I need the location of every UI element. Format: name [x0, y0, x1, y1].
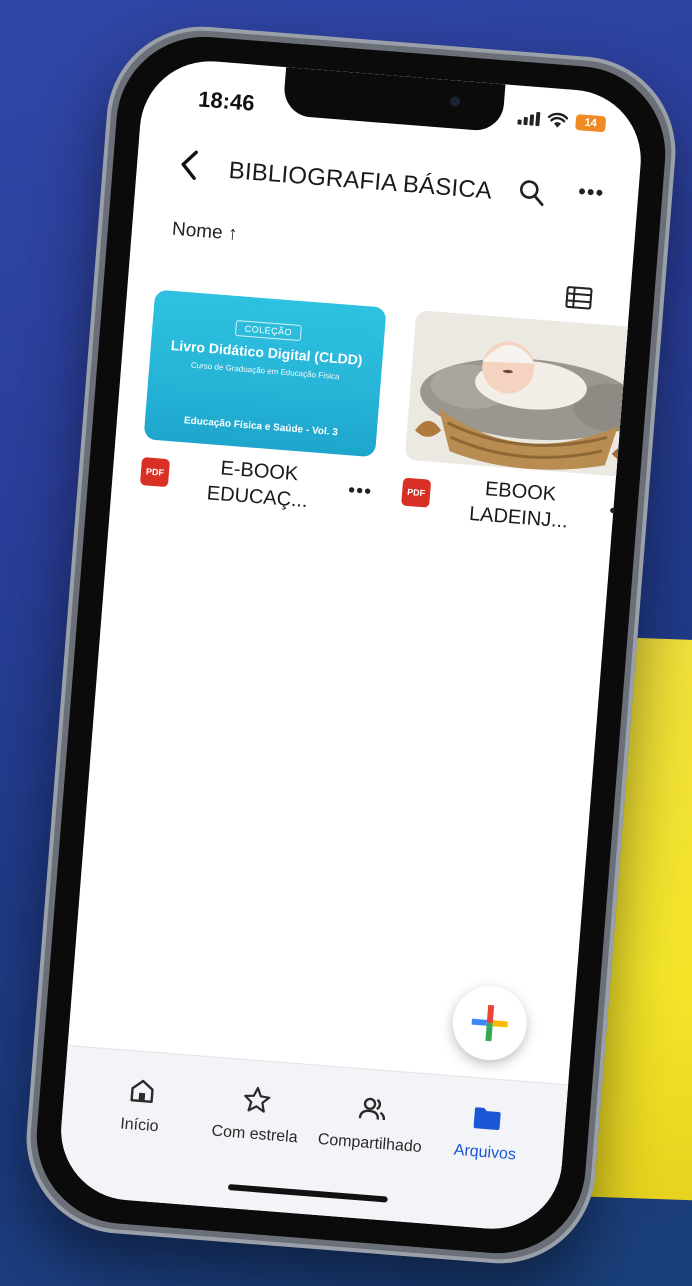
nav-label: Início — [119, 1115, 160, 1136]
file-thumbnail[interactable]: COLEÇÃO Livro Didático Digital (CLDD) Cu… — [143, 289, 387, 458]
shared-users-icon — [358, 1097, 385, 1121]
plus-icon — [471, 1004, 508, 1042]
phone-mockup: 18:46 14 BIBLIOGRAFIA BÁSICA ••• Nome ↑ … — [0, 0, 692, 1286]
file-thumbnail[interactable] — [404, 310, 647, 478]
file-more-button[interactable]: ••• — [608, 500, 634, 525]
file-name[interactable]: EBOOK LADEINJ... — [428, 472, 612, 538]
pdf-icon: PDF — [401, 477, 432, 508]
search-button[interactable] — [517, 178, 547, 208]
nav-label: Arquivos — [453, 1141, 517, 1164]
search-icon — [519, 180, 544, 207]
background-scene: 18:46 14 BIBLIOGRAFIA BÁSICA ••• Nome ↑ … — [0, 0, 692, 1286]
file-grid: COLEÇÃO Livro Didático Digital (CLDD) Cu… — [139, 289, 647, 536]
nav-item-arquivos[interactable]: Arquivos — [424, 1099, 543, 1232]
camera-dot — [449, 96, 461, 107]
sort-label: Nome — [171, 218, 224, 244]
baby-photo-image — [404, 310, 647, 478]
thumb-volume: Educação Física e Saúde - Vol. 3 — [183, 415, 339, 439]
phone-frame: 18:46 14 BIBLIOGRAFIA BÁSICA ••• Nome ↑ … — [19, 19, 683, 1271]
file-card[interactable]: COLEÇÃO Livro Didático Digital (CLDD) Cu… — [139, 289, 387, 520]
nav-label: Compartilhado — [317, 1130, 423, 1157]
file-card[interactable]: PDF EBOOK LADEINJ... ••• — [400, 310, 647, 540]
app-screen: 18:46 14 BIBLIOGRAFIA BÁSICA ••• Nome ↑ … — [55, 56, 647, 1234]
pdf-icon: PDF — [139, 457, 171, 488]
wifi-icon — [547, 112, 569, 128]
new-item-button[interactable] — [449, 983, 530, 1063]
nav-item-compartilhado[interactable]: Compartilhado — [309, 1090, 428, 1223]
back-button[interactable] — [175, 147, 202, 189]
file-info-row: PDF E-BOOK EDUCAÇ... ••• — [139, 449, 374, 519]
phone-bezel: 18:46 14 BIBLIOGRAFIA BÁSICA ••• Nome ↑ … — [30, 30, 672, 1260]
nav-item-inicio[interactable]: Início — [79, 1072, 198, 1205]
chevron-left-icon — [181, 150, 198, 180]
more-options-button[interactable]: ••• — [577, 178, 605, 206]
home-icon — [130, 1079, 154, 1103]
more-horizontal-icon: ••• — [577, 178, 606, 206]
list-view-icon — [565, 285, 593, 310]
file-more-button[interactable]: ••• — [347, 479, 373, 504]
phone-notch — [282, 67, 506, 133]
cellular-signal-icon — [517, 110, 541, 127]
battery-icon: 14 — [575, 114, 607, 133]
file-name[interactable]: E-BOOK EDUCAÇ... — [167, 451, 351, 517]
status-icons: 14 — [517, 109, 607, 133]
list-view-toggle[interactable] — [565, 285, 593, 310]
star-icon — [244, 1086, 271, 1113]
app-header: BIBLIOGRAFIA BÁSICA ••• — [135, 130, 640, 233]
more-horizontal-icon: ••• — [347, 479, 373, 504]
page-title: BIBLIOGRAFIA BÁSICA — [227, 156, 493, 205]
sort-button[interactable]: Nome ↑ — [171, 219, 238, 246]
status-time: 18:46 — [197, 86, 256, 116]
more-horizontal-icon: ••• — [608, 499, 635, 524]
nav-label: Com estrela — [210, 1122, 299, 1147]
folder-icon — [473, 1107, 501, 1131]
file-info-row: PDF EBOOK LADEINJ... ••• — [400, 470, 635, 540]
arrow-up-icon: ↑ — [227, 223, 239, 245]
thumb-tag: COLEÇÃO — [235, 320, 302, 342]
bottom-navigation: Início Com estrela Compartilhado Arquivo… — [55, 1045, 569, 1234]
